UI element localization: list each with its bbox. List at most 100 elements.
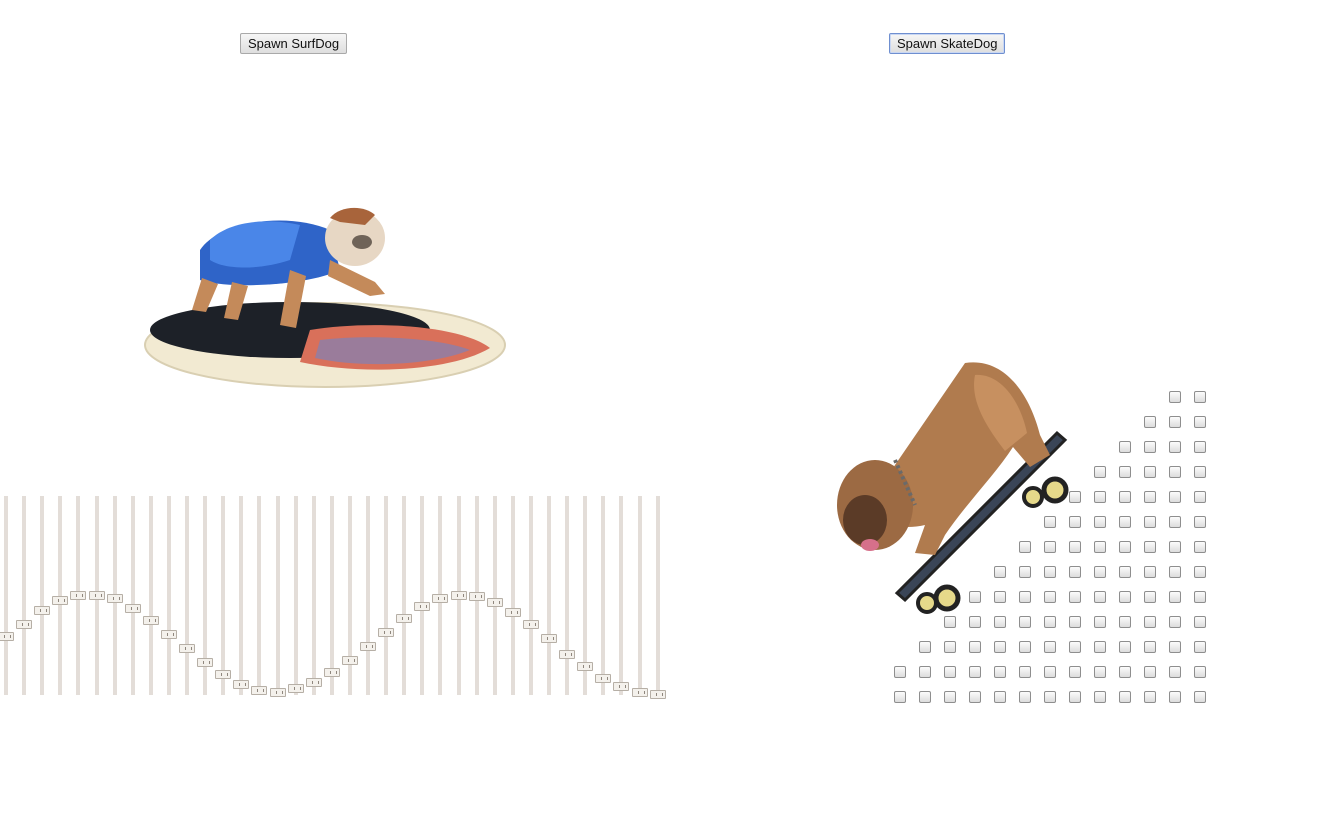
surf-slider-thumb[interactable] — [287, 684, 304, 694]
skate-checkbox[interactable] — [944, 666, 956, 678]
surf-slider-track[interactable] — [492, 496, 497, 695]
skate-checkbox[interactable] — [1169, 391, 1181, 403]
skate-checkbox[interactable] — [1019, 641, 1031, 653]
skate-checkbox[interactable] — [994, 616, 1006, 628]
surf-slider-thumb[interactable] — [233, 680, 250, 690]
skate-checkbox[interactable] — [994, 566, 1006, 578]
skate-checkbox[interactable] — [1144, 416, 1156, 428]
skate-checkbox[interactable] — [919, 691, 931, 703]
surf-slider-thumb[interactable] — [88, 590, 105, 600]
surf-slider-thumb[interactable] — [142, 616, 159, 626]
skate-checkbox[interactable] — [1119, 591, 1131, 603]
surf-slider-thumb[interactable] — [559, 650, 576, 660]
skate-checkbox[interactable] — [994, 641, 1006, 653]
skate-checkbox[interactable] — [1119, 691, 1131, 703]
surf-slider-thumb[interactable] — [414, 602, 431, 612]
skate-checkbox[interactable] — [969, 691, 981, 703]
surf-slider-track[interactable] — [347, 496, 352, 695]
surf-slider-thumb[interactable] — [0, 632, 14, 642]
skate-checkbox[interactable] — [1194, 566, 1206, 578]
surf-slider-thumb[interactable] — [396, 614, 413, 624]
surf-slider-track[interactable] — [166, 496, 171, 695]
surf-slider-thumb[interactable] — [649, 690, 666, 699]
skate-checkbox[interactable] — [1094, 541, 1106, 553]
surf-slider-thumb[interactable] — [378, 628, 395, 638]
skate-checkbox[interactable] — [1169, 516, 1181, 528]
surf-slider-thumb[interactable] — [305, 678, 322, 688]
skate-checkbox[interactable] — [1194, 516, 1206, 528]
skate-checkbox[interactable] — [1069, 591, 1081, 603]
skate-checkbox[interactable] — [1119, 541, 1131, 553]
skate-checkbox[interactable] — [1194, 391, 1206, 403]
skate-checkbox[interactable] — [1194, 541, 1206, 553]
surf-slider-thumb[interactable] — [52, 596, 69, 606]
surf-slider-track[interactable] — [293, 496, 298, 695]
skate-checkbox[interactable] — [1169, 466, 1181, 478]
skate-checkbox[interactable] — [1069, 516, 1081, 528]
skate-checkbox[interactable] — [1044, 691, 1056, 703]
surf-slider-thumb[interactable] — [468, 592, 485, 602]
surf-slider-track[interactable] — [130, 496, 135, 695]
skate-checkbox[interactable] — [1144, 666, 1156, 678]
skate-checkbox[interactable] — [894, 666, 906, 678]
skate-checkbox[interactable] — [1094, 691, 1106, 703]
surf-slider-thumb[interactable] — [504, 608, 521, 618]
skate-checkbox[interactable] — [1169, 491, 1181, 503]
skate-checkbox[interactable] — [1019, 566, 1031, 578]
skate-checkbox[interactable] — [1044, 541, 1056, 553]
surf-slider-thumb[interactable] — [215, 670, 232, 680]
surf-slider-track[interactable] — [185, 496, 189, 695]
surf-slider-thumb[interactable] — [323, 668, 340, 678]
skate-checkbox[interactable] — [1194, 641, 1206, 653]
skate-checkbox[interactable] — [994, 691, 1006, 703]
skate-checkbox[interactable] — [1069, 666, 1081, 678]
skate-checkbox[interactable] — [1194, 666, 1206, 678]
skate-checkbox[interactable] — [1044, 666, 1056, 678]
skate-checkbox[interactable] — [1069, 616, 1081, 628]
skate-checkbox[interactable] — [1094, 666, 1106, 678]
surf-slider-thumb[interactable] — [631, 688, 648, 697]
surf-slider-track[interactable] — [257, 496, 262, 695]
skate-checkbox[interactable] — [1144, 516, 1156, 528]
skate-checkbox[interactable] — [1044, 566, 1056, 578]
surf-slider-track[interactable] — [655, 496, 660, 695]
skate-checkbox[interactable] — [1169, 616, 1181, 628]
skate-checkbox[interactable] — [1069, 691, 1081, 703]
surf-slider-track[interactable] — [329, 496, 334, 695]
surf-slider-track[interactable] — [22, 496, 27, 695]
skate-checkbox[interactable] — [1119, 666, 1131, 678]
skate-checkbox[interactable] — [1194, 416, 1206, 428]
skate-checkbox[interactable] — [1144, 491, 1156, 503]
surf-slider-track[interactable] — [40, 496, 45, 695]
skate-checkbox[interactable] — [919, 666, 931, 678]
skate-checkbox[interactable] — [1019, 616, 1031, 628]
surf-slider-track[interactable] — [384, 496, 389, 695]
surf-slider-thumb[interactable] — [269, 688, 286, 697]
skate-checkbox[interactable] — [1094, 516, 1106, 528]
surf-slider-track[interactable] — [4, 496, 8, 695]
surf-slider-track[interactable] — [547, 496, 551, 695]
skate-checkbox[interactable] — [1169, 666, 1181, 678]
skate-checkbox[interactable] — [1094, 591, 1106, 603]
skate-checkbox[interactable] — [1094, 466, 1106, 478]
skate-checkbox[interactable] — [1019, 541, 1031, 553]
skate-checkbox[interactable] — [1044, 591, 1056, 603]
skate-checkbox[interactable] — [994, 666, 1006, 678]
skate-checkbox[interactable] — [1169, 691, 1181, 703]
skate-checkbox[interactable] — [1144, 641, 1156, 653]
surf-slider-track[interactable] — [366, 496, 370, 695]
skate-checkbox[interactable] — [969, 616, 981, 628]
surf-slider-thumb[interactable] — [251, 686, 268, 696]
skate-checkbox[interactable] — [1169, 541, 1181, 553]
surf-slider-thumb[interactable] — [432, 594, 449, 604]
surf-slider-thumb[interactable] — [124, 604, 141, 614]
surf-slider-thumb[interactable] — [486, 598, 503, 608]
surf-slider-thumb[interactable] — [197, 658, 214, 668]
skate-checkbox[interactable] — [1169, 566, 1181, 578]
skate-checkbox[interactable] — [1194, 591, 1206, 603]
skate-checkbox[interactable] — [1019, 591, 1031, 603]
surf-slider-track[interactable] — [148, 496, 153, 695]
surf-slider-thumb[interactable] — [70, 590, 87, 600]
surf-slider-track[interactable] — [528, 496, 533, 695]
skate-checkbox[interactable] — [1144, 441, 1156, 453]
